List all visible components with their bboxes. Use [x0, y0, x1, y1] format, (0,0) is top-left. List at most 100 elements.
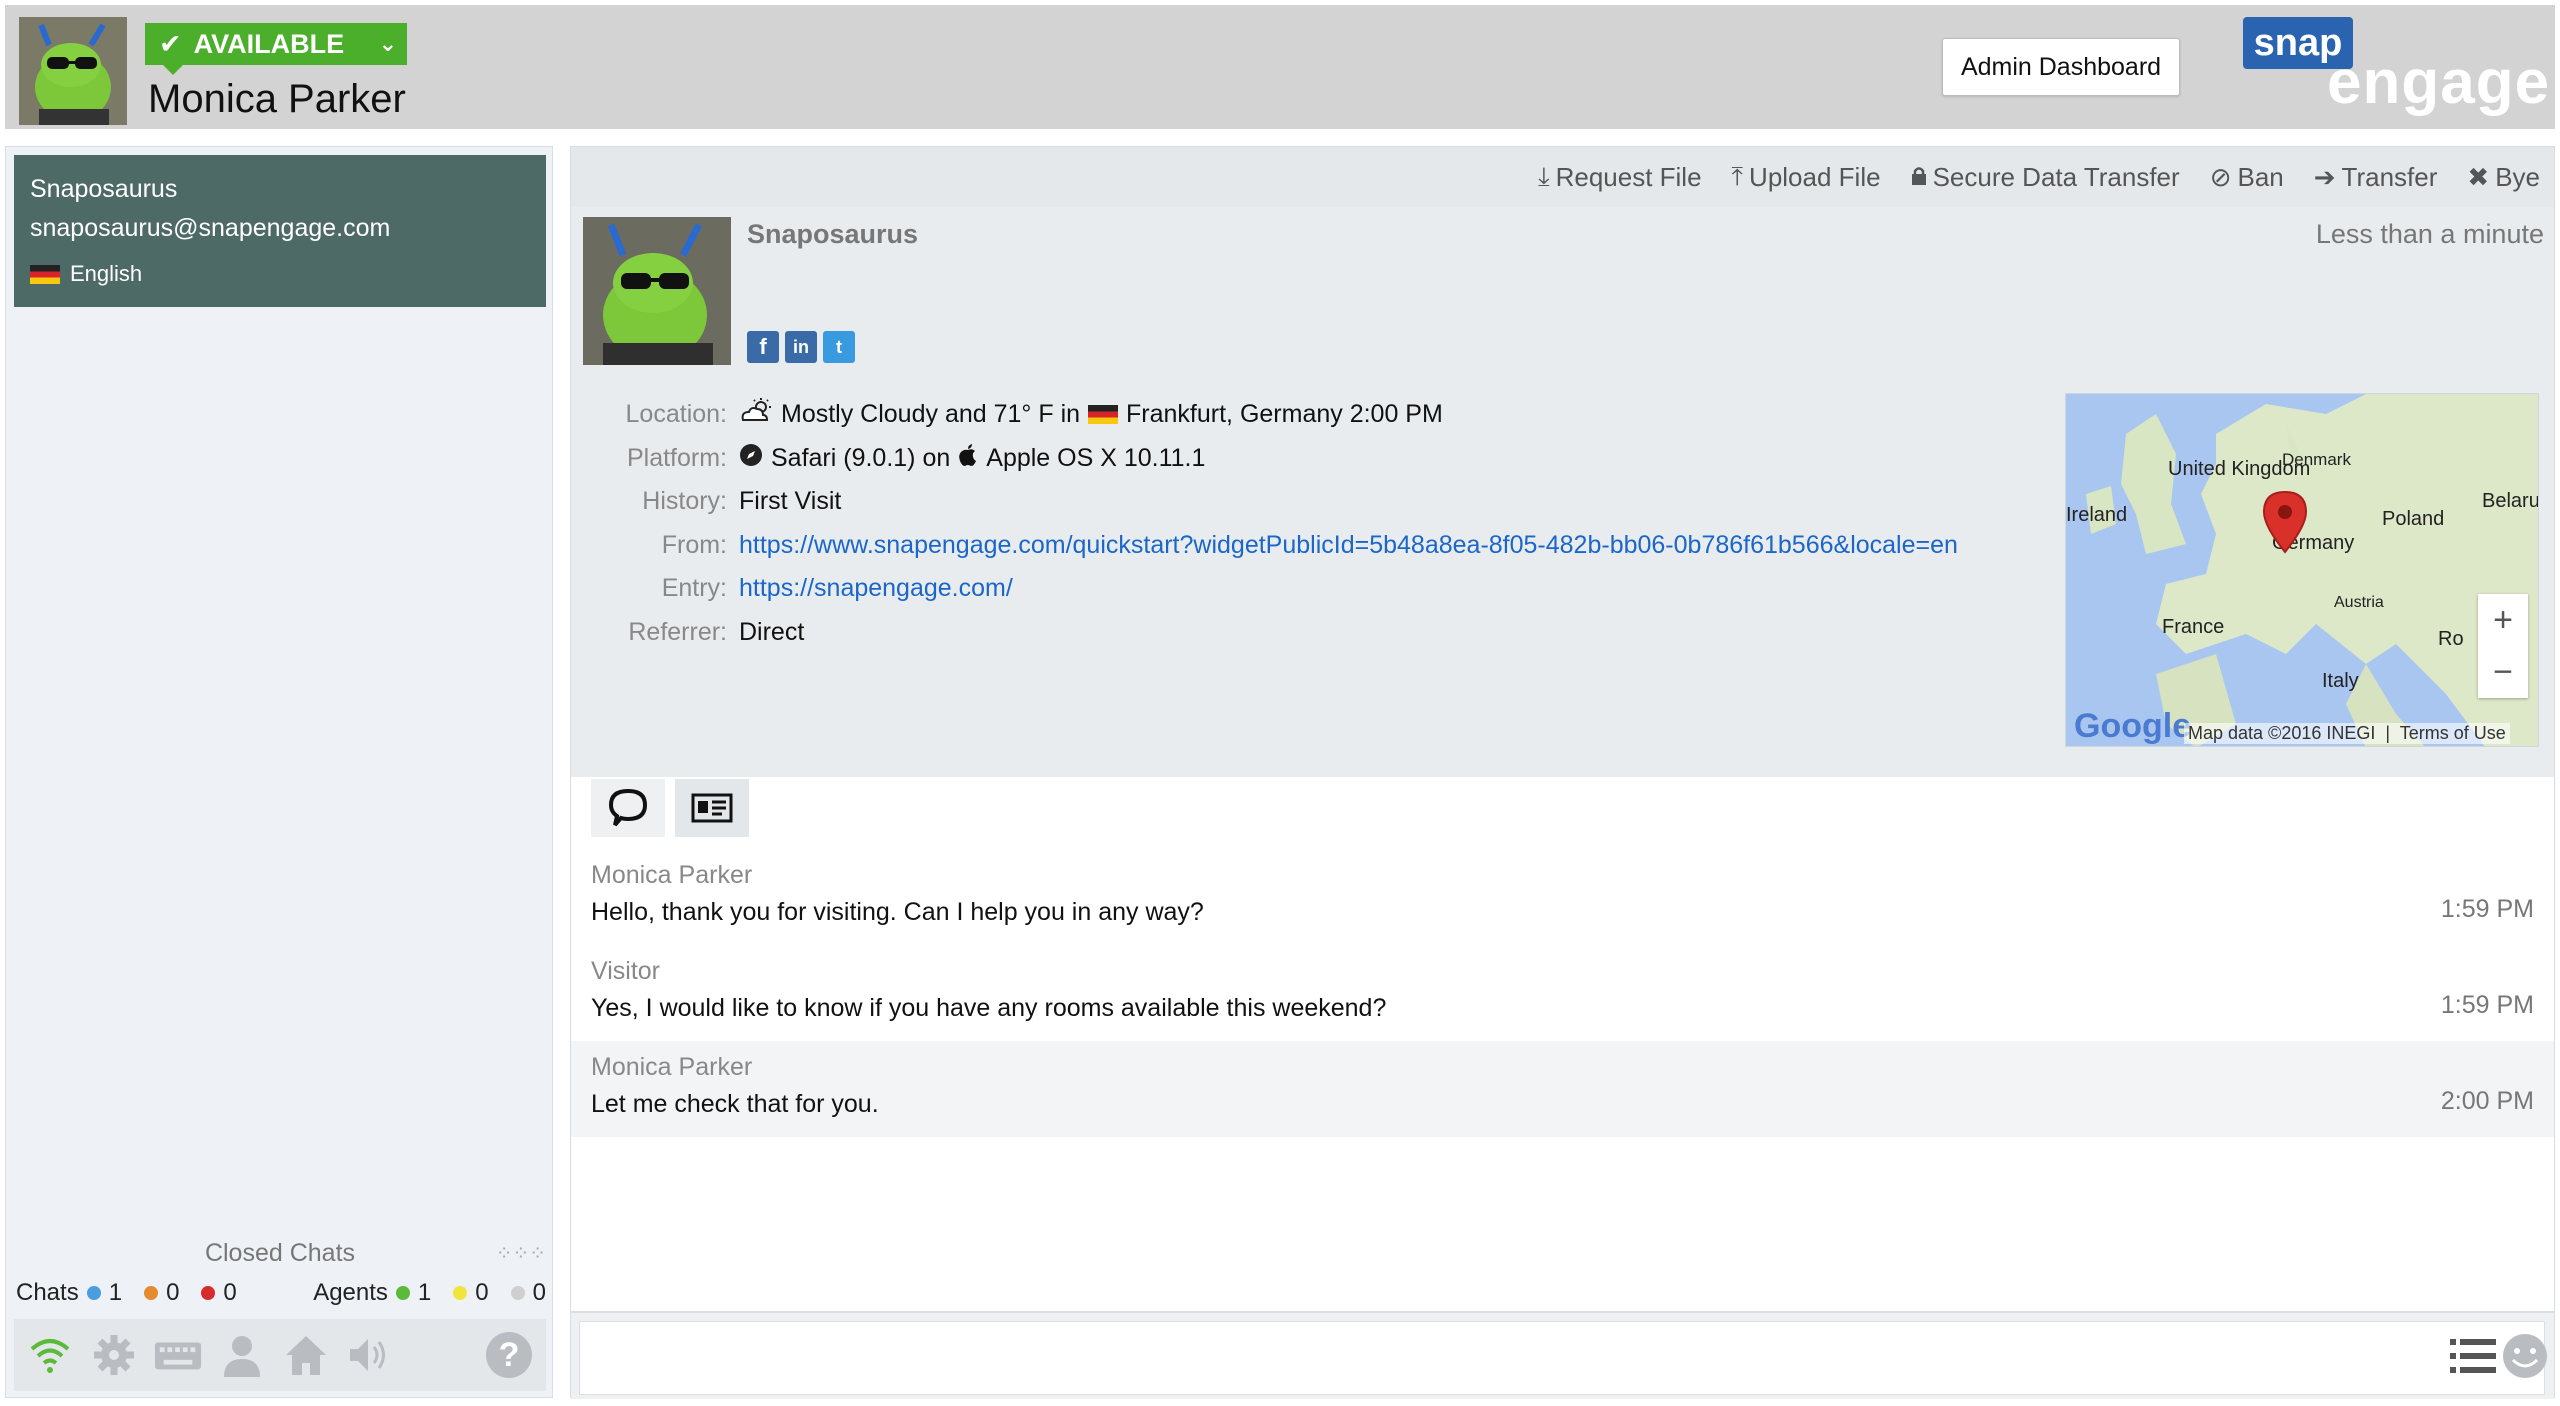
map-label-france: France [2162, 616, 2225, 638]
map-label-belarus: Belarus [2482, 490, 2539, 512]
keyboard-icon[interactable] [154, 1331, 202, 1379]
upload-file-button[interactable]: ⤒ Upload File [1732, 161, 1881, 193]
message: Monica Parker Let me check that for you.… [571, 1041, 2554, 1137]
map-label-poland: Poland [2382, 508, 2445, 530]
bye-label: Bye [2495, 161, 2540, 192]
facebook-icon[interactable]: f [747, 331, 779, 363]
close-icon: ✖ [2467, 161, 2490, 192]
check-icon: ✔ [159, 28, 182, 59]
platform-row: Platform: Safari (9.0.1) on Apple OS X 1… [571, 437, 1958, 481]
from-row: From: https://www.snapengage.com/quickst… [571, 524, 1958, 568]
active-chat-item[interactable]: Snaposaurus snaposaurus@snapengage.com E… [14, 155, 546, 307]
twitter-icon[interactable]: t [823, 331, 855, 363]
visitor-info-panel: Snaposaurus Less than a minute f in t Lo… [571, 207, 2554, 777]
red-dot-icon [201, 1286, 216, 1300]
request-file-button[interactable]: ⤓ Request File [1538, 161, 1701, 193]
speaker-icon[interactable] [346, 1331, 394, 1379]
transfer-button[interactable]: ➔ Transfer [2314, 162, 2438, 193]
apple-icon [958, 443, 978, 474]
secure-data-transfer-button[interactable]: Secure Data Transfer [1911, 162, 2180, 193]
gear-icon[interactable] [90, 1331, 138, 1379]
home-icon[interactable] [282, 1331, 330, 1379]
status-dropdown[interactable]: ✔ AVAILABLE ⌄ [145, 23, 407, 75]
from-link[interactable]: https://www.snapengage.com/quickstart?wi… [739, 531, 1958, 560]
agents-count-grey: 0 [532, 1279, 546, 1306]
entry-link[interactable]: https://snapengage.com/ [739, 574, 1013, 603]
arrow-right-icon: ➔ [2313, 161, 2336, 192]
loading-spinner-icon: ⁘⁘⁘ [495, 1243, 546, 1265]
platform-value: Safari (9.0.1) on Apple OS X 10.11.1 [739, 443, 1205, 474]
request-file-label: Request File [1555, 161, 1702, 192]
visitor-avatar [583, 217, 731, 365]
tab-chat[interactable] [591, 779, 665, 837]
agents-count-green: 1 [417, 1279, 432, 1306]
emoji-icon[interactable] [2500, 1331, 2550, 1381]
visitor-name: Snaposaurus [30, 175, 178, 203]
admin-dashboard-button[interactable]: Admin Dashboard [1942, 38, 2180, 96]
map-terms-link[interactable]: Terms of Use [2400, 723, 2506, 743]
linkedin-icon[interactable]: in [785, 331, 817, 363]
browser-text: Safari (9.0.1) on [771, 443, 951, 472]
agent-avatar[interactable] [19, 17, 127, 125]
map-zoom-controls: + − [2478, 594, 2528, 698]
lock-icon [1911, 162, 1927, 193]
map-pin-icon [2262, 490, 2308, 554]
platform-label: Platform: [626, 443, 727, 472]
history-value: First Visit [739, 487, 842, 516]
wifi-icon[interactable] [26, 1331, 74, 1379]
history-label: History: [642, 487, 727, 516]
grey-dot-icon [510, 1286, 525, 1300]
message-composer [571, 1311, 2554, 1399]
zoom-out-button[interactable]: − [2493, 653, 2513, 692]
history-row: History: First Visit [571, 480, 1958, 524]
map-label-austria: Austria [2334, 594, 2384, 611]
chat-duration: Less than a minute [2315, 219, 2544, 249]
chat-tabs [591, 779, 749, 837]
referrer-value: Direct [739, 617, 805, 646]
map-data-credit: Map data ©2016 INEGI [2188, 723, 2376, 743]
bye-button[interactable]: ✖ Bye [2467, 162, 2540, 193]
download-icon: ⤓ [1538, 161, 1550, 191]
green-dot-icon [395, 1286, 410, 1300]
visitor-email: snaposaurus@snapengage.com [30, 214, 391, 242]
safari-icon [739, 443, 763, 474]
message-input[interactable] [579, 1321, 2545, 1395]
ban-button[interactable]: ⊘ Ban [2210, 162, 2284, 193]
location-label: Location: [625, 400, 727, 429]
upload-icon: ⤒ [1731, 161, 1744, 191]
message-time: 1:59 PM [2440, 991, 2534, 1019]
chat-toolbar: ⤓ Request File ⤒ Upload File Secure Data… [571, 147, 2554, 207]
language-label: English [70, 261, 143, 286]
os-text: Apple OS X 10.11.1 [986, 443, 1206, 472]
map-label-denmark: Denmark [2282, 450, 2351, 469]
german-flag-icon [30, 264, 60, 284]
visitor-language: English [30, 261, 530, 287]
user-icon[interactable] [218, 1331, 266, 1379]
chats-count-red: 0 [223, 1279, 237, 1306]
chats-count-blue: 1 [108, 1279, 123, 1306]
help-icon[interactable]: ? [486, 1332, 532, 1378]
zoom-in-button[interactable]: + [2493, 601, 2513, 640]
blue-dot-icon [86, 1286, 101, 1300]
visitor-details: Location: Mostly Cloudy and 71° F in Fra… [571, 393, 1958, 654]
social-links: f in t [747, 331, 855, 363]
transfer-label: Transfer [2341, 161, 2438, 192]
map-label-italy: Italy [2322, 670, 2359, 692]
tab-visitor-card[interactable] [675, 779, 749, 837]
location-map[interactable]: United Kingdom Ireland Denmark Belarus P… [2065, 393, 2539, 747]
list-icon[interactable] [2448, 1331, 2498, 1381]
agent-name: Monica Parker [148, 77, 406, 121]
chat-list-sidebar: Snaposaurus snaposaurus@snapengage.com E… [5, 146, 553, 1398]
agents-label: Agents [313, 1279, 388, 1306]
map-credit: Map data ©2016 INEGI | Terms of Use [2184, 723, 2510, 744]
chat-counts: Chats 1 0 0 [16, 1279, 251, 1307]
map-label-ro: Ro [2438, 628, 2464, 650]
orange-dot-icon [144, 1286, 159, 1300]
closed-chats-link[interactable]: Closed Chats [6, 1239, 554, 1268]
cloudy-icon [739, 398, 773, 431]
from-label: From: [661, 530, 727, 559]
counts-row: Chats 1 0 0 Agents 1 0 0 [16, 1279, 546, 1307]
speech-bubble-icon [608, 788, 648, 827]
chevron-down-icon: ⌄ [378, 31, 397, 56]
ban-label: Ban [2237, 161, 2284, 192]
